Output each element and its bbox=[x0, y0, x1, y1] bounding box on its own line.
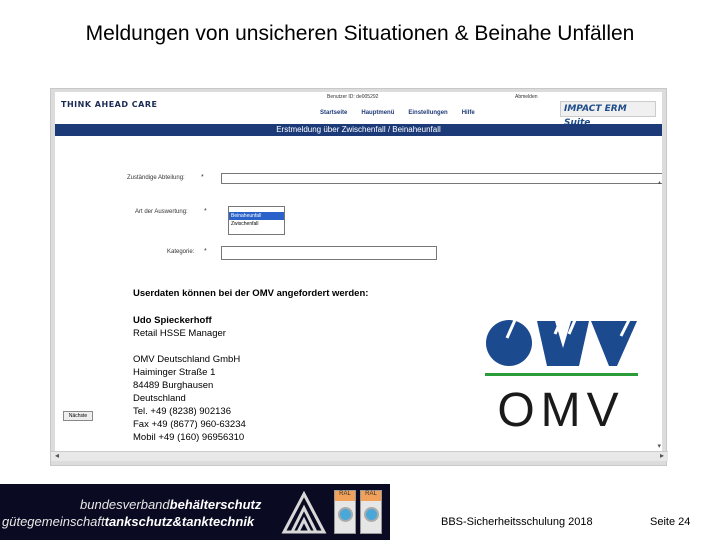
ral-seal-icon bbox=[364, 507, 379, 522]
nav-item-settings[interactable]: Einstellungen bbox=[408, 110, 447, 116]
listbox-option-zwischenfall[interactable]: Zwischenfall bbox=[229, 220, 284, 228]
scroll-right-icon[interactable]: ▸ bbox=[660, 451, 664, 460]
logout-link[interactable]: Abmelden bbox=[515, 94, 538, 100]
contact-street: Haiminger Straße 1 bbox=[133, 367, 216, 378]
omv-logo: OMV bbox=[485, 319, 638, 436]
contact-country: Deutschland bbox=[133, 393, 186, 404]
page-number: Seite 24 bbox=[650, 516, 691, 528]
footer-event: BBS-Sicherheitsschulung 2018 bbox=[441, 516, 593, 528]
badge-label: RAL bbox=[335, 491, 355, 501]
ral-seal-icon bbox=[338, 507, 353, 522]
evaluation-listbox[interactable]: Beinaheunfall Zwischenfall bbox=[228, 206, 285, 235]
ral-badge-1: RAL bbox=[334, 490, 356, 534]
next-button[interactable]: Nächste bbox=[63, 411, 93, 421]
nav-item-main-menu[interactable]: Hauptmenü bbox=[361, 110, 394, 116]
scroll-up-icon[interactable]: ▴ bbox=[658, 179, 661, 186]
contact-block: Udo Spieckerhoff Retail HSSE Manager OMV… bbox=[133, 314, 433, 444]
banner-text: bundesverband bbox=[80, 497, 170, 512]
logo-text: THINK AHEAD CARE bbox=[61, 100, 158, 109]
association-logo-icon bbox=[281, 490, 327, 534]
banner-text-bold: behälterschutz bbox=[169, 497, 262, 512]
impact-suite-logo: IMPACT ERM Suite bbox=[560, 101, 656, 128]
form-title-bar: Erstmeldung über Zwischenfall / Beinaheu… bbox=[55, 124, 662, 136]
required-mark: * bbox=[204, 208, 207, 215]
user-id: Benutzer ID: de005292 bbox=[327, 94, 379, 100]
contact-mobile: Mobil +49 (160) 96956310 bbox=[133, 432, 245, 443]
banner-text: gütegemeinschaft bbox=[2, 514, 105, 529]
department-input[interactable] bbox=[221, 173, 662, 184]
nav-item-help[interactable]: Hilfe bbox=[462, 110, 475, 116]
main-nav: Startseite Hauptmenü Einstellungen Hilfe bbox=[320, 110, 475, 116]
horizontal-scrollbar[interactable]: ◂ ▸ bbox=[51, 451, 668, 461]
overlay-heading: Userdaten können bei der OMV angefordert… bbox=[133, 288, 369, 299]
contact-company: OMV Deutschland GmbH bbox=[133, 354, 241, 365]
thinkahead-logo: THINK AHEAD CARE bbox=[61, 100, 157, 109]
required-mark: * bbox=[204, 248, 207, 255]
ral-badge-2: RAL bbox=[360, 490, 382, 534]
category-input[interactable] bbox=[221, 246, 437, 260]
category-label: Kategorie: bbox=[167, 249, 195, 255]
application-screenshot: THINK AHEAD CARE Benutzer ID: de005292 A… bbox=[50, 88, 668, 466]
listbox-option-beinaheunfall[interactable]: Beinaheunfall bbox=[229, 212, 284, 220]
evaluation-label: Art der Auswertung: bbox=[135, 209, 188, 215]
contact-fax: Fax +49 (8677) 960-63234 bbox=[133, 419, 246, 430]
app-window: THINK AHEAD CARE Benutzer ID: de005292 A… bbox=[55, 92, 662, 454]
slide-title: Meldungen von unsicheren Situationen & B… bbox=[85, 22, 635, 45]
banner-line-2: gütegemeinschafttankschutz&tanktechnik bbox=[2, 514, 254, 529]
banner-text-bold: tankschutz&tanktechnik bbox=[104, 514, 255, 529]
contact-name: Udo Spieckerhoff bbox=[133, 315, 212, 326]
nav-item-start[interactable]: Startseite bbox=[320, 110, 347, 116]
badge-label: RAL bbox=[361, 491, 381, 501]
footer-banner: bundesverbandbehälterschutz gütegemeinsc… bbox=[0, 484, 390, 540]
app-header: THINK AHEAD CARE Benutzer ID: de005292 A… bbox=[55, 92, 662, 128]
contact-tel: Tel. +49 (8238) 902136 bbox=[133, 406, 231, 417]
banner-line-1: bundesverbandbehälterschutz bbox=[80, 497, 261, 512]
scroll-down-icon[interactable]: ▾ bbox=[657, 442, 661, 450]
omv-logo-text: OMV bbox=[497, 384, 624, 436]
contact-role: Retail HSSE Manager bbox=[133, 328, 226, 339]
required-mark: * bbox=[201, 174, 204, 181]
scroll-left-icon[interactable]: ◂ bbox=[55, 451, 59, 460]
department-label: Zuständige Abteilung: bbox=[127, 175, 185, 181]
contact-city: 84489 Burghausen bbox=[133, 380, 214, 391]
